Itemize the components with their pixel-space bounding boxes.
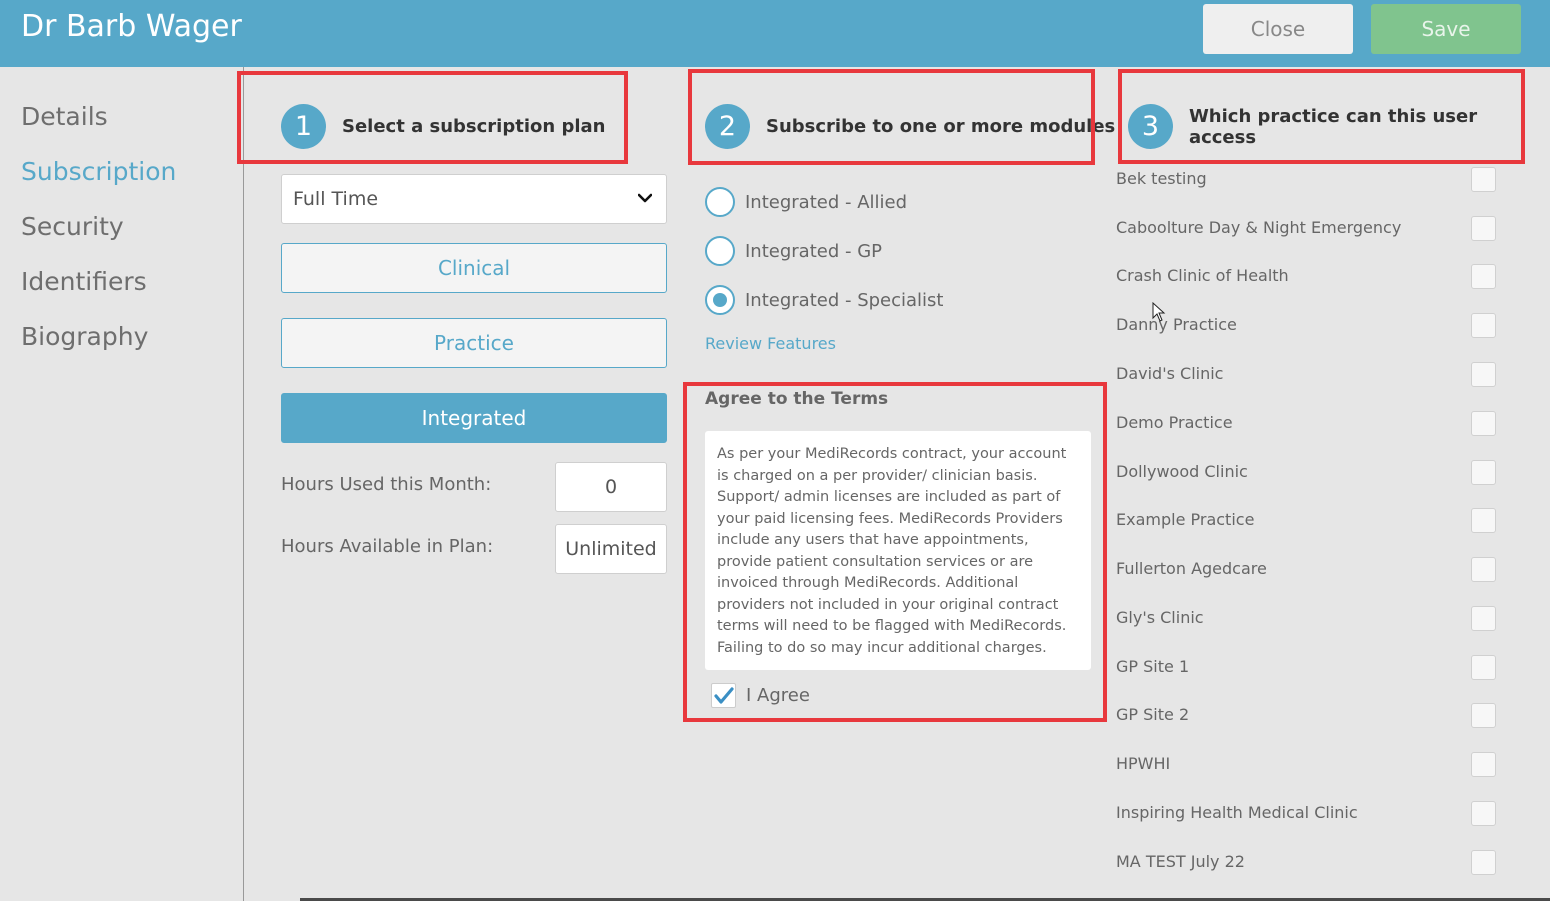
chevron-down-icon <box>638 193 652 203</box>
checkmark-icon <box>714 687 734 704</box>
practice-checkbox[interactable] <box>1471 752 1496 777</box>
practice-row[interactable]: MA TEST July 22 <box>1116 850 1506 880</box>
practice-checkbox[interactable] <box>1471 264 1496 289</box>
practice-name: GP Site 1 <box>1116 657 1190 676</box>
practice-checkbox[interactable] <box>1471 167 1496 192</box>
module-option-allied[interactable]: Integrated - Allied <box>705 187 907 217</box>
practice-row[interactable]: Demo Practice <box>1116 411 1506 441</box>
terms-text: As per your MediRecords contract, your a… <box>705 431 1091 670</box>
practice-checkbox[interactable] <box>1471 362 1496 387</box>
agree-row[interactable]: I Agree <box>711 683 810 708</box>
practice-name: Caboolture Day & Night Emergency <box>1116 218 1402 237</box>
practice-row[interactable]: Inspiring Health Medical Clinic <box>1116 801 1506 831</box>
practice-row[interactable]: Danny Practice <box>1116 313 1506 343</box>
practice-row[interactable]: GP Site 2 <box>1116 703 1506 733</box>
plan-practice-button[interactable]: Practice <box>281 318 667 368</box>
practice-row[interactable]: Fullerton Agedcare <box>1116 557 1506 587</box>
practice-checkbox[interactable] <box>1471 411 1496 436</box>
practice-name: Bek testing <box>1116 169 1207 188</box>
sidebar-nav: Details Subscription Security Identifier… <box>0 67 244 901</box>
module-radio-gp[interactable] <box>705 236 735 266</box>
practice-name: Danny Practice <box>1116 315 1237 334</box>
step-2-heading: 2 Subscribe to one or more modules <box>705 104 1115 149</box>
practice-checkbox[interactable] <box>1471 557 1496 582</box>
terms-title: Agree to the Terms <box>705 389 889 409</box>
practice-row[interactable]: Crash Clinic of Health <box>1116 264 1506 294</box>
practice-name: MA TEST July 22 <box>1116 852 1245 871</box>
step-3-label: Which practice can this user access <box>1188 105 1478 148</box>
step-1-label: Select a subscription plan <box>342 116 606 137</box>
practice-checkbox[interactable] <box>1471 606 1496 631</box>
practice-row[interactable]: David's Clinic <box>1116 362 1506 392</box>
practice-checkbox[interactable] <box>1471 850 1496 875</box>
sidebar-item-details[interactable]: Details <box>21 102 108 131</box>
practice-row[interactable]: Dollywood Clinic <box>1116 460 1506 490</box>
step-1-number: 1 <box>281 104 326 149</box>
practice-name: Example Practice <box>1116 510 1255 529</box>
practice-name: Gly's Clinic <box>1116 608 1204 627</box>
step-1-heading: 1 Select a subscription plan <box>281 104 605 149</box>
step-2-label: Subscribe to one or more modules <box>766 116 1116 137</box>
practice-checkbox[interactable] <box>1471 460 1496 485</box>
module-radio-allied[interactable] <box>705 187 735 217</box>
practice-row[interactable]: HPWHI <box>1116 752 1506 782</box>
practice-name: David's Clinic <box>1116 364 1224 383</box>
plan-clinical-button[interactable]: Clinical <box>281 243 667 293</box>
sidebar-item-biography[interactable]: Biography <box>21 322 148 351</box>
agree-checkbox[interactable] <box>711 683 736 708</box>
hours-used-value: 0 <box>555 462 667 512</box>
practice-checkbox[interactable] <box>1471 216 1496 241</box>
module-label-allied: Integrated - Allied <box>745 191 908 213</box>
page-title: Dr Barb Wager <box>21 9 242 44</box>
practice-name: Demo Practice <box>1116 413 1233 432</box>
save-button[interactable]: Save <box>1371 4 1521 54</box>
module-radio-specialist[interactable] <box>705 285 735 315</box>
practice-name: Fullerton Agedcare <box>1116 559 1267 578</box>
practice-name: Inspiring Health Medical Clinic <box>1116 803 1358 822</box>
practice-checkbox[interactable] <box>1471 801 1496 826</box>
practice-checkbox[interactable] <box>1471 313 1496 338</box>
practice-checkbox[interactable] <box>1471 655 1496 680</box>
close-button[interactable]: Close <box>1203 4 1353 54</box>
practice-checkbox[interactable] <box>1471 508 1496 533</box>
practice-row[interactable]: Caboolture Day & Night Emergency <box>1116 216 1506 246</box>
module-option-gp[interactable]: Integrated - GP <box>705 236 882 266</box>
agree-label: I Agree <box>746 685 810 706</box>
employment-type-select[interactable]: Full Time <box>281 174 667 224</box>
step-3-number: 3 <box>1128 104 1173 149</box>
hours-used-label: Hours Used this Month: <box>281 474 492 495</box>
hours-available-value: Unlimited <box>555 524 667 574</box>
sidebar-item-subscription[interactable]: Subscription <box>21 157 176 186</box>
practice-row[interactable]: Gly's Clinic <box>1116 606 1506 636</box>
sidebar-item-identifiers[interactable]: Identifiers <box>21 267 147 296</box>
module-option-specialist[interactable]: Integrated - Specialist <box>705 285 944 315</box>
sidebar-item-security[interactable]: Security <box>21 212 124 241</box>
mouse-cursor-icon <box>1152 302 1166 322</box>
review-features-link[interactable]: Review Features <box>705 334 836 353</box>
practice-row[interactable]: GP Site 1 <box>1116 655 1506 685</box>
module-label-gp: Integrated - GP <box>745 240 883 262</box>
practice-name: GP Site 2 <box>1116 705 1190 724</box>
plan-integrated-button[interactable]: Integrated <box>281 393 667 443</box>
hours-available-label: Hours Available in Plan: <box>281 536 494 557</box>
module-label-specialist: Integrated - Specialist <box>745 289 944 311</box>
practice-checkbox[interactable] <box>1471 703 1496 728</box>
step-2-number: 2 <box>705 104 750 149</box>
header-bar: Dr Barb Wager Close Save <box>0 0 1550 67</box>
practice-name: Crash Clinic of Health <box>1116 266 1289 285</box>
employment-type-value: Full Time <box>293 188 379 210</box>
step-3-heading: 3 Which practice can this user access <box>1128 104 1550 149</box>
practice-name: HPWHI <box>1116 754 1171 773</box>
practice-row[interactable]: Bek testing <box>1116 167 1506 197</box>
practice-row[interactable]: Example Practice <box>1116 508 1506 538</box>
practice-name: Dollywood Clinic <box>1116 462 1248 481</box>
